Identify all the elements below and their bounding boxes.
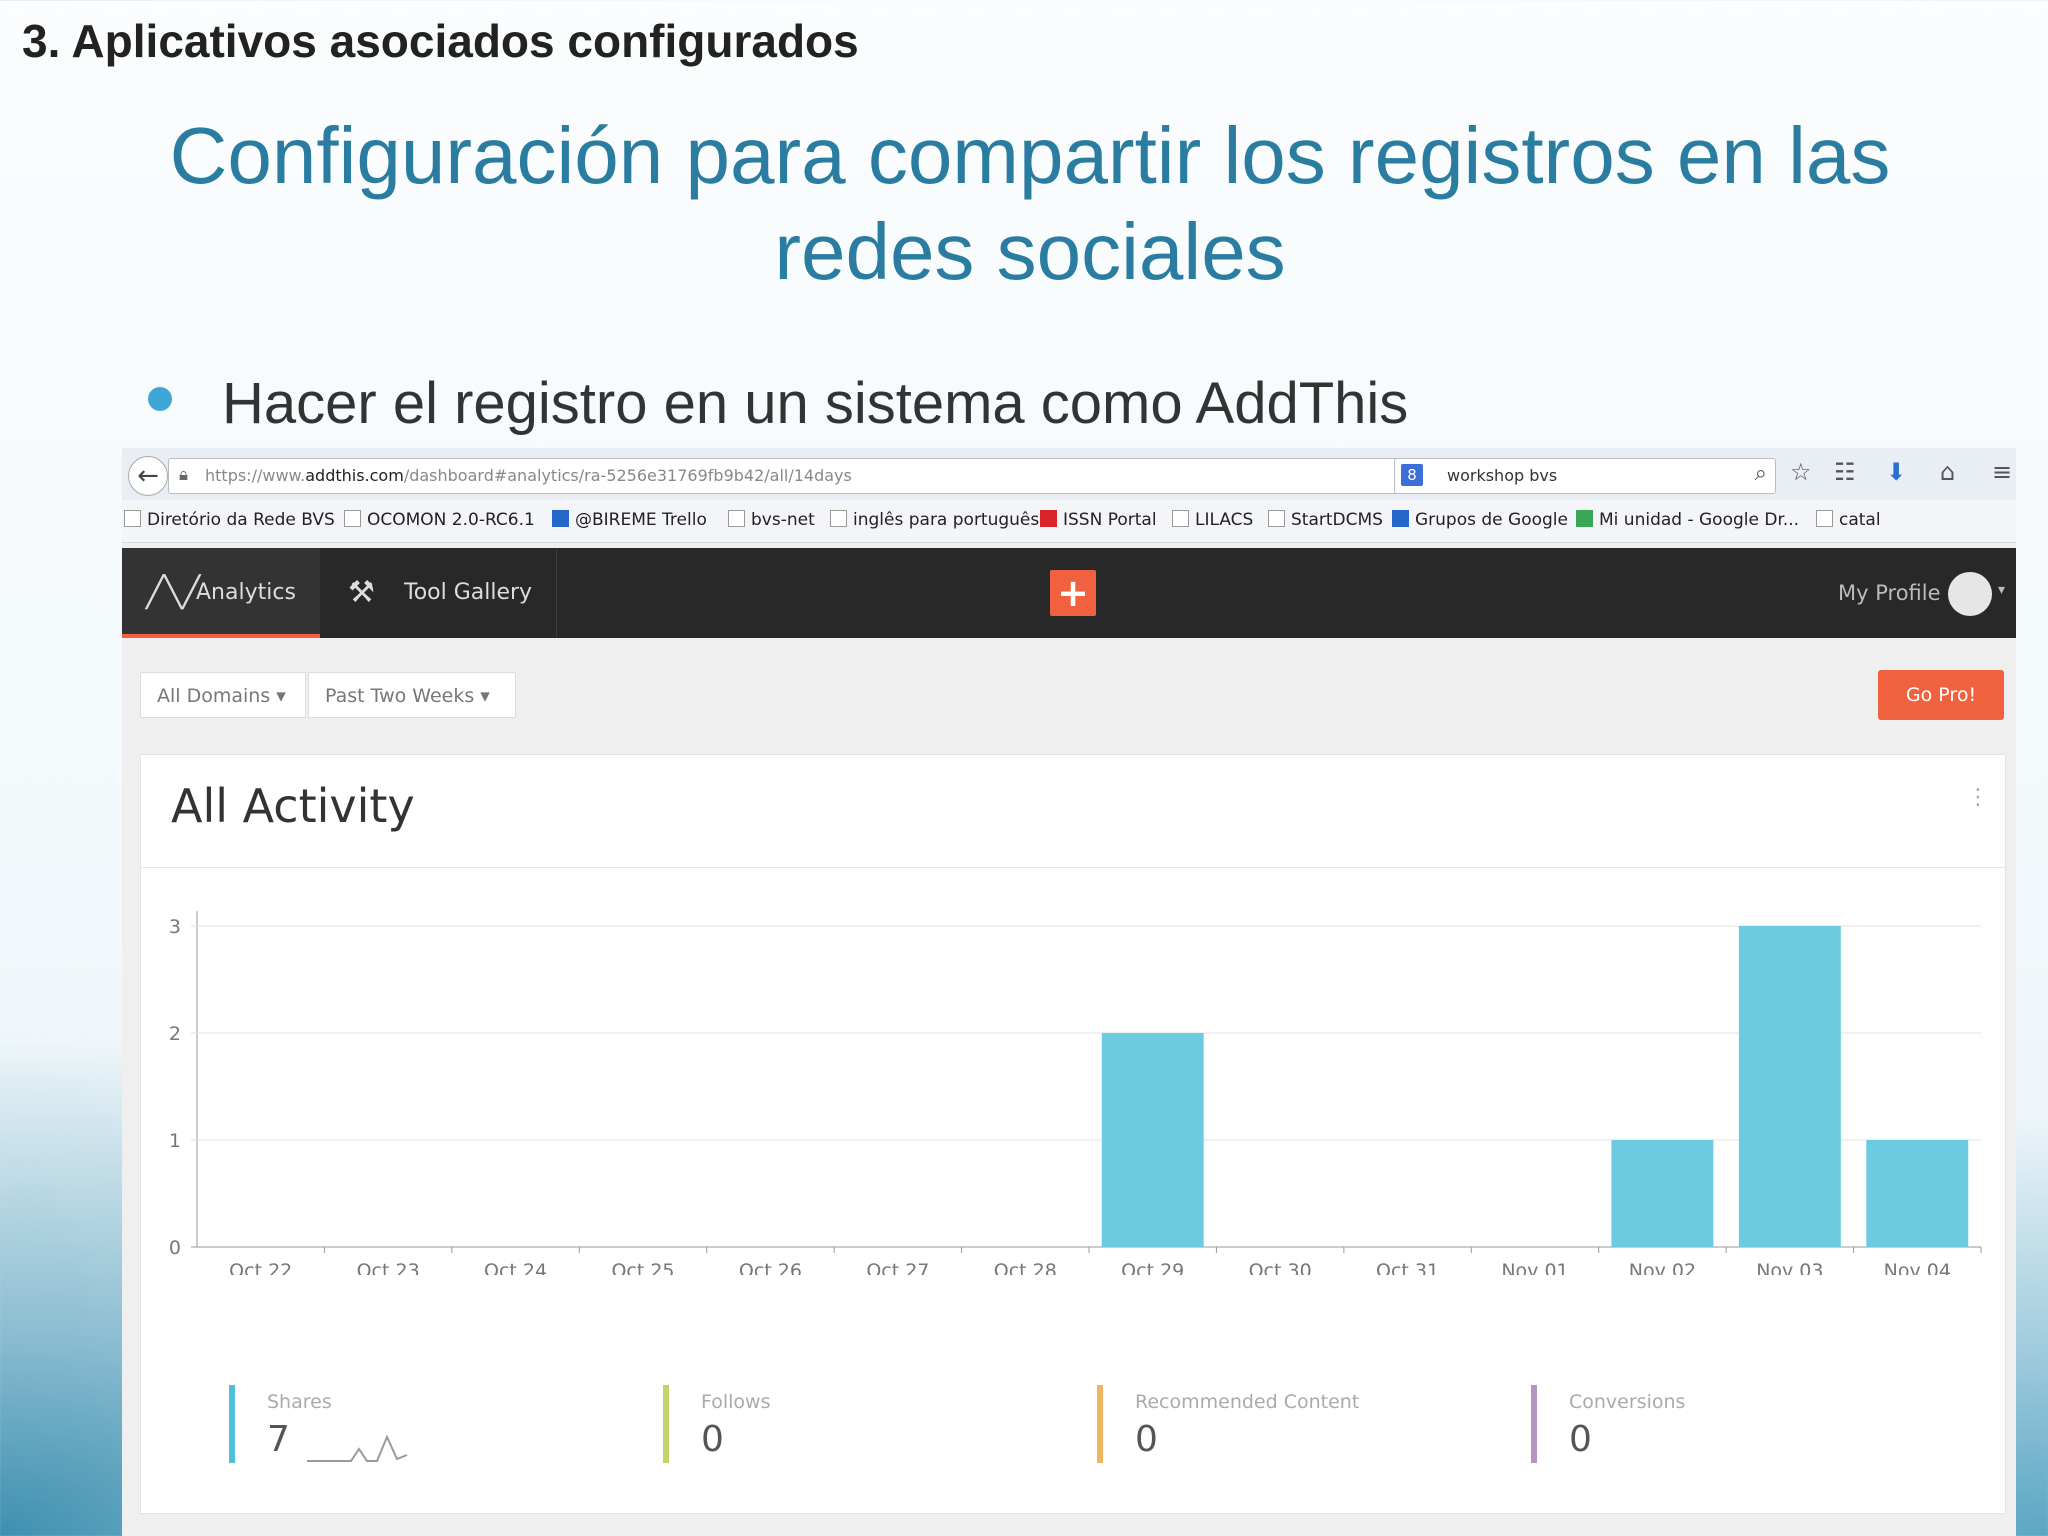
bookmark-trello[interactable]: @BIREME Trello xyxy=(552,510,707,530)
stat-follows-label: Follows xyxy=(701,1391,771,1413)
y-tick-label: 1 xyxy=(169,1130,181,1152)
nav-analytics[interactable]: ╱╲╱ Analytics xyxy=(122,548,320,638)
slide-title-line2: redes sociales xyxy=(774,207,1286,296)
browser-url-row: ← 🔒︎ https://www.addthis.com/dashboard#a… xyxy=(122,448,2016,500)
y-tick-label: 2 xyxy=(169,1023,181,1045)
domains-dropdown[interactable]: All Domains ▾ xyxy=(140,672,306,718)
slide-heading: 3. Aplicativos asociados configurados xyxy=(22,15,859,67)
bullet-text: Hacer el registro en un sistema como Add… xyxy=(222,371,1409,436)
home-icon[interactable]: ⌂ xyxy=(1940,458,1955,486)
activity-card: All Activity ⋮ 0 1 2 3 Oct 22 Oct 23 Oct 24 Oc… xyxy=(140,754,2006,1514)
x-tick-label: Oct 27 xyxy=(866,1260,929,1275)
x-tick-label: Oct 22 xyxy=(229,1260,292,1275)
lock-icon: 🔒︎ xyxy=(179,465,189,485)
star-icon[interactable]: ☆ xyxy=(1790,458,1812,486)
chart-bar xyxy=(1101,1033,1204,1247)
bookmark-lilacs[interactable]: LILACS xyxy=(1172,510,1253,530)
menu-icon[interactable]: ≡ xyxy=(1992,458,2012,486)
y-tick-label: 3 xyxy=(169,916,181,938)
browser-screenshot: ← 🔒︎ https://www.addthis.com/dashboard#a… xyxy=(122,448,2016,1536)
bookmark-issn[interactable]: ISSN Portal xyxy=(1040,510,1157,530)
stat-conversions-color xyxy=(1531,1385,1537,1463)
bookmarks-bar: Diretório da Rede BVS OCOMON 2.0-RC6.1 @… xyxy=(122,500,2016,543)
bookmark-ocomon[interactable]: OCOMON 2.0-RC6.1 xyxy=(344,510,535,530)
download-icon[interactable]: ⬇ xyxy=(1886,458,1906,486)
bookmark-drive[interactable]: Mi unidad - Google Dr... xyxy=(1576,510,1799,530)
chevron-down-icon[interactable]: ▾ xyxy=(1998,582,2005,598)
stat-follows-color xyxy=(663,1385,669,1463)
activity-chart: 0 1 2 3 Oct 22 Oct 23 Oct 24 Oct 25 Oct 26 Oct 2… xyxy=(169,911,1982,1275)
bullet-dot xyxy=(148,387,172,411)
stat-conversions-label: Conversions xyxy=(1569,1391,1686,1413)
avatar[interactable] xyxy=(1948,572,1992,616)
stat-recommended-value: 0 xyxy=(1135,1419,1158,1460)
chart-bar xyxy=(1866,1140,1969,1247)
slide-title-line1: Configuración para compartir los registr… xyxy=(169,111,1891,200)
stat-follows-value: 0 xyxy=(701,1419,724,1460)
bookmark-bvs-net[interactable]: bvs-net xyxy=(728,510,815,530)
bookmark-diretorio[interactable]: Diretório da Rede BVS xyxy=(124,510,335,530)
stat-recommended-color xyxy=(1097,1385,1103,1463)
x-tick-label: Nov 03 xyxy=(1756,1260,1823,1275)
x-tick-label: Oct 29 xyxy=(1121,1260,1184,1275)
nav-tool-gallery[interactable]: ⚒ Tool Gallery xyxy=(320,548,557,638)
bookmark-catal[interactable]: catal xyxy=(1816,510,1881,530)
x-tick-label: Nov 02 xyxy=(1629,1260,1696,1275)
stat-shares-label: Shares xyxy=(267,1391,332,1413)
search-icon[interactable]: ⌕ xyxy=(1755,461,1767,486)
x-tick-label: Oct 25 xyxy=(611,1260,674,1275)
stat-conversions-value: 0 xyxy=(1569,1419,1592,1460)
x-tick-label: Oct 30 xyxy=(1249,1260,1312,1275)
address-url: https://www.addthis.com/dashboard#analyt… xyxy=(205,466,852,485)
plus-button[interactable]: + xyxy=(1050,570,1096,616)
bookmark-startdcms[interactable]: StartDCMS xyxy=(1268,510,1383,530)
nav-analytics-label: Analytics xyxy=(196,580,296,605)
x-tick-label: Oct 31 xyxy=(1376,1260,1439,1275)
bookmark-ingles[interactable]: inglês para português xyxy=(830,510,1039,530)
clipboard-icon[interactable]: ☷ xyxy=(1834,458,1856,486)
tools-icon: ⚒ xyxy=(348,575,375,610)
address-bar[interactable]: 🔒︎ https://www.addthis.com/dashboard#ana… xyxy=(168,458,1468,494)
x-tick-label: Oct 28 xyxy=(994,1260,1057,1275)
x-tick-label: Oct 23 xyxy=(357,1260,420,1275)
search-query: workshop bvs xyxy=(1447,466,1558,485)
stat-shares-value: 7 xyxy=(267,1419,290,1460)
card-menu-icon[interactable]: ⋮ xyxy=(1967,785,1989,810)
chart-bar xyxy=(1738,926,1841,1247)
slide-title: Configuración para compartir los registr… xyxy=(0,108,2048,300)
stat-shares-color xyxy=(229,1385,235,1463)
search-box[interactable]: 8 workshop bvs ⌕ xyxy=(1394,458,1776,494)
analytics-icon: ╱╲╱ xyxy=(146,575,201,610)
x-tick-label: Nov 04 xyxy=(1884,1260,1951,1275)
card-title: All Activity xyxy=(171,779,415,833)
google-icon: 8 xyxy=(1401,464,1423,486)
y-tick-label: 0 xyxy=(169,1237,181,1259)
my-profile-link[interactable]: My Profile xyxy=(1838,548,1941,638)
back-arrow-icon[interactable]: ← xyxy=(128,456,168,496)
x-tick-label: Oct 24 xyxy=(484,1260,547,1275)
nav-tool-gallery-label: Tool Gallery xyxy=(404,580,533,605)
stat-recommended-label: Recommended Content xyxy=(1135,1391,1360,1413)
x-tick-label: Nov 01 xyxy=(1501,1260,1568,1275)
period-dropdown[interactable]: Past Two Weeks ▾ xyxy=(308,672,516,718)
x-tick-label: Oct 26 xyxy=(739,1260,802,1275)
bookmark-grupos[interactable]: Grupos de Google xyxy=(1392,510,1568,530)
card-divider xyxy=(141,867,2005,868)
chart-bar xyxy=(1611,1140,1714,1247)
shares-sparkline xyxy=(307,1434,408,1462)
go-pro-button[interactable]: Go Pro! xyxy=(1878,670,2004,720)
